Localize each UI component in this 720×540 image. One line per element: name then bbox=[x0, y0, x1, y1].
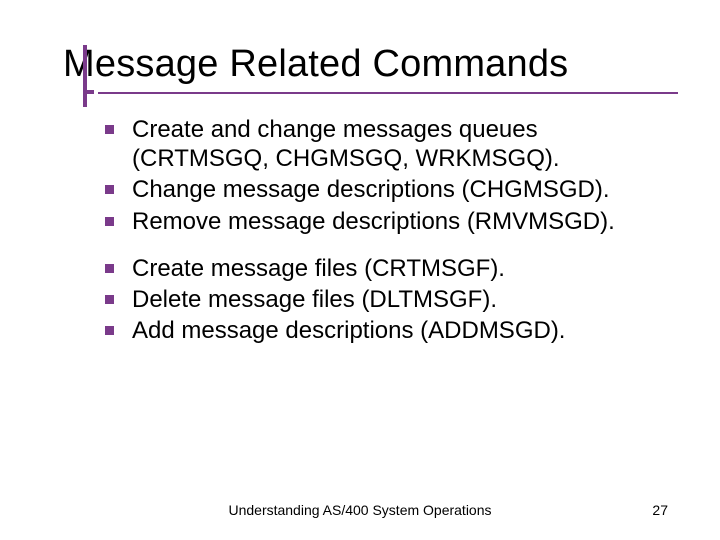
page-number: 27 bbox=[652, 502, 668, 518]
square-bullet-icon bbox=[105, 185, 114, 194]
bullet-group-2: Create message files (CRTMSGF). Delete m… bbox=[105, 254, 665, 346]
page-title: Message Related Commands bbox=[45, 45, 675, 85]
bullet-text: Create and change messages queues (CRTMS… bbox=[132, 115, 665, 174]
bullet-text: Add message descriptions (ADDMSGD). bbox=[132, 316, 565, 345]
accent-bar-vertical bbox=[83, 45, 87, 107]
square-bullet-icon bbox=[105, 217, 114, 226]
list-item: Change message descriptions (CHGMSGD). bbox=[105, 175, 665, 204]
accent-bar-tick bbox=[83, 90, 94, 94]
list-item: Delete message files (DLTMSGF). bbox=[105, 285, 665, 314]
bullet-text: Change message descriptions (CHGMSGD). bbox=[132, 175, 610, 204]
square-bullet-icon bbox=[105, 125, 114, 134]
square-bullet-icon bbox=[105, 264, 114, 273]
title-area: Message Related Commands bbox=[45, 45, 675, 85]
title-underline bbox=[98, 92, 678, 94]
footer-text: Understanding AS/400 System Operations bbox=[228, 502, 491, 518]
slide: Message Related Commands Create and chan… bbox=[0, 0, 720, 540]
list-item: Remove message descriptions (RMVMSGD). bbox=[105, 207, 665, 236]
square-bullet-icon bbox=[105, 295, 114, 304]
list-item: Create message files (CRTMSGF). bbox=[105, 254, 665, 283]
list-item: Create and change messages queues (CRTMS… bbox=[105, 115, 665, 174]
footer: Understanding AS/400 System Operations bbox=[0, 502, 720, 518]
bullet-group-1: Create and change messages queues (CRTMS… bbox=[105, 115, 665, 236]
bullet-text: Remove message descriptions (RMVMSGD). bbox=[132, 207, 615, 236]
content-area: Create and change messages queues (CRTMS… bbox=[45, 113, 675, 346]
list-item: Add message descriptions (ADDMSGD). bbox=[105, 316, 665, 345]
bullet-text: Delete message files (DLTMSGF). bbox=[132, 285, 497, 314]
square-bullet-icon bbox=[105, 326, 114, 335]
bullet-text: Create message files (CRTMSGF). bbox=[132, 254, 505, 283]
